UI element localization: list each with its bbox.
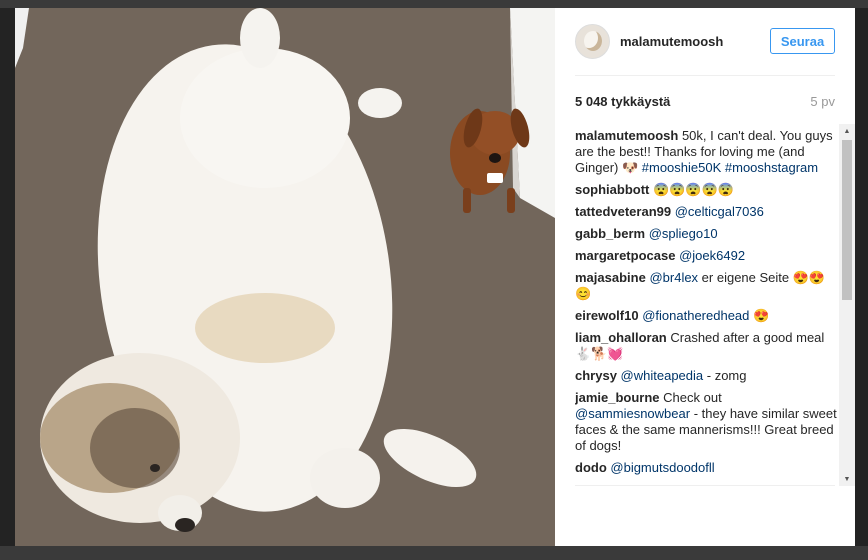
scrollbar-thumb[interactable] — [842, 140, 852, 300]
comment-author[interactable]: majasabine — [575, 270, 646, 285]
post-modal: malamutemoosh Seuraa 5 048 tykkäystä 5 p… — [15, 8, 855, 546]
mention-link[interactable]: @spliego10 — [649, 226, 718, 241]
avatar[interactable] — [575, 23, 610, 59]
comment-text: - zomg — [703, 368, 747, 383]
follow-button[interactable]: Seuraa — [770, 28, 835, 54]
post-time[interactable]: 5 pv — [810, 94, 835, 109]
comment-author[interactable]: chrysy — [575, 368, 617, 383]
comment-item: liam_ohalloran Crashed after a good meal… — [575, 330, 837, 362]
comment-author[interactable]: gabb_berm — [575, 226, 645, 241]
comment-author[interactable]: liam_ohalloran — [575, 330, 667, 345]
mention-link[interactable]: @fionatheredhead — [642, 308, 749, 323]
comments-bottom-divider — [575, 485, 835, 486]
post-header: malamutemoosh Seuraa — [575, 22, 835, 60]
comment-item: majasabine @br4lex er eigene Seite 😍😍😊 — [575, 270, 837, 302]
comment-text: 😍 — [749, 308, 770, 323]
comment-item: jamie_bourne Check out @sammiesnowbear -… — [575, 390, 837, 454]
comments-list[interactable]: malamutemoosh 50k, I can't deal. You guy… — [575, 128, 837, 486]
comment-text: 😨😨😨😨😨 — [653, 182, 734, 197]
mention-link[interactable]: @bigmutsdoodofll — [610, 460, 714, 475]
comment-author[interactable]: margaretpocase — [575, 248, 675, 263]
comment-item: eirewolf10 @fionatheredhead 😍 — [575, 308, 837, 324]
comment-item: tattedveteran99 @celticgal7036 — [575, 204, 837, 220]
comment-author[interactable]: tattedveteran99 — [575, 204, 671, 219]
comment-author[interactable]: dodo — [575, 460, 607, 475]
comments-scrollbar[interactable]: ▲ ▼ — [839, 124, 855, 486]
hashtag-link[interactable]: #mooshstagram — [725, 160, 818, 175]
post-side-panel: malamutemoosh Seuraa 5 048 tykkäystä 5 p… — [555, 8, 855, 546]
username-link[interactable]: malamutemoosh — [620, 34, 770, 49]
likes-count[interactable]: 5 048 tykkäystä — [575, 94, 670, 109]
mention-link[interactable]: @joek6492 — [679, 248, 745, 263]
comment-text: Check out — [663, 390, 722, 405]
background-feed-strip — [0, 546, 868, 560]
mention-link[interactable]: @sammiesnowbear — [575, 406, 690, 421]
comment-author[interactable]: eirewolf10 — [575, 308, 639, 323]
comment-item: sophiabbott 😨😨😨😨😨 — [575, 182, 837, 198]
background-feed-strip — [0, 0, 868, 8]
comment-author[interactable]: sophiabbott — [575, 182, 649, 197]
mention-link[interactable]: @celticgal7036 — [675, 204, 764, 219]
comment-item: malamutemoosh 50k, I can't deal. You guy… — [575, 128, 837, 176]
comment-item: dodo @bigmutsdoodofll — [575, 460, 837, 476]
comment-item: chrysy @whiteapedia - zomg — [575, 368, 837, 384]
comment-item: gabb_berm @spliego10 — [575, 226, 837, 242]
comment-author[interactable]: jamie_bourne — [575, 390, 660, 405]
triangle-down-icon[interactable]: ▼ — [839, 472, 855, 486]
header-divider — [575, 75, 835, 76]
likes-row: 5 048 tykkäystä 5 pv — [575, 94, 835, 109]
triangle-up-icon[interactable]: ▲ — [839, 124, 855, 138]
dog-photo-image — [15, 8, 555, 546]
comment-author[interactable]: malamutemoosh — [575, 128, 678, 143]
hashtag-link[interactable]: #mooshie50K — [642, 160, 722, 175]
mention-link[interactable]: @br4lex — [649, 270, 698, 285]
post-photo[interactable] — [15, 8, 555, 546]
mention-link[interactable]: @whiteapedia — [621, 368, 704, 383]
comment-item: margaretpocase @joek6492 — [575, 248, 837, 264]
